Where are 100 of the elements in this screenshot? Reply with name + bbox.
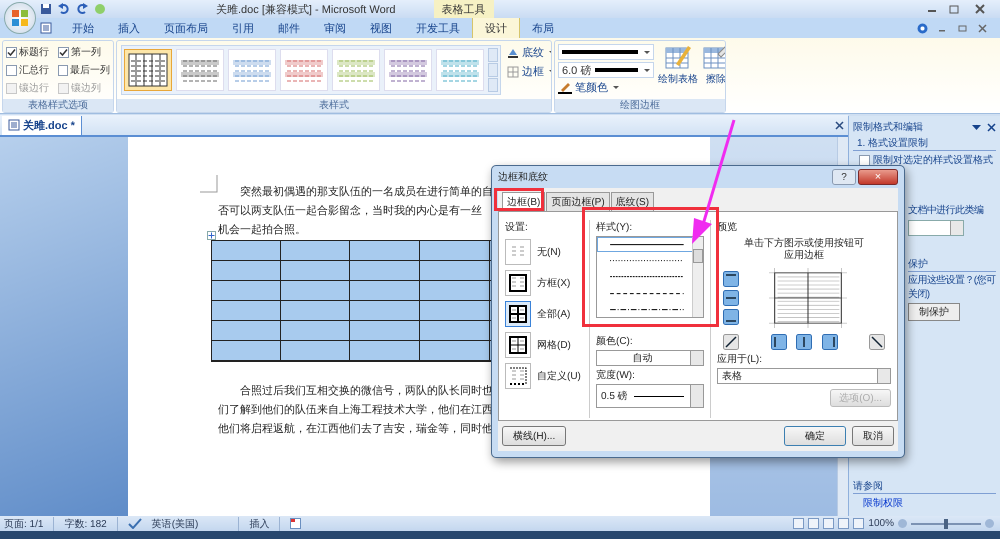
section-heading: 1. 格式设置限制 xyxy=(853,136,996,151)
help-icon[interactable] xyxy=(917,22,928,34)
pen-color-button[interactable]: 笔颜色 xyxy=(558,80,654,95)
highlight-box xyxy=(494,188,544,211)
ribbon-tab[interactable]: 页面布局 xyxy=(152,18,220,38)
grid-icon xyxy=(507,66,519,78)
undo-icon[interactable] xyxy=(58,3,70,15)
ribbon-tab[interactable]: 设计 xyxy=(472,17,520,39)
ribbon-tab[interactable]: 邮件 xyxy=(266,18,312,38)
proofing-icon[interactable] xyxy=(128,518,142,529)
ribbon-tab[interactable]: 开始 xyxy=(60,18,106,38)
border-setting-icon[interactable] xyxy=(505,332,531,358)
checkbox[interactable] xyxy=(6,46,17,58)
line-weight-dropdown[interactable]: 6.0 磅 xyxy=(558,62,654,78)
border-toggle-button[interactable] xyxy=(723,271,739,287)
setting-label[interactable]: 无(N) xyxy=(537,245,561,259)
table-style-thumbnail[interactable] xyxy=(280,49,328,91)
checkbox[interactable] xyxy=(58,46,69,58)
see-also-heading: 请参阅 xyxy=(853,479,996,494)
checkbox-label: 镶边行 xyxy=(19,82,49,95)
checkbox-label: 第一列 xyxy=(71,46,101,59)
macro-icon[interactable] xyxy=(290,518,302,529)
borders-button[interactable]: 边框 xyxy=(507,64,551,79)
document-text: 突然最初偶遇的那支队伍的一名成员在进行简单的自 xyxy=(239,184,494,200)
table-move-handle[interactable] xyxy=(207,231,216,240)
enforce-protection-button[interactable]: 制保护 xyxy=(908,303,960,321)
border-setting-icon[interactable] xyxy=(505,270,531,296)
draw-table-button[interactable]: 绘制表格 xyxy=(658,44,698,96)
office-button[interactable] xyxy=(4,2,36,34)
document-tab[interactable]: 关雎.doc * xyxy=(2,116,82,134)
setting-label[interactable]: 自定义(U) xyxy=(537,369,581,383)
table-style-thumbnail[interactable] xyxy=(228,49,276,91)
view-icon[interactable] xyxy=(808,518,820,529)
ok-button[interactable]: 确定 xyxy=(784,426,846,446)
table-style-thumbnail[interactable] xyxy=(332,49,380,91)
checkbox[interactable] xyxy=(58,64,68,76)
zoom-level[interactable]: 100% xyxy=(868,518,894,529)
border-toggle-button[interactable] xyxy=(822,334,838,350)
border-toggle-button[interactable] xyxy=(723,290,739,306)
permission-link[interactable]: 限制权限 xyxy=(853,496,996,510)
view-icon[interactable] xyxy=(823,518,834,529)
close-icon[interactable] xyxy=(987,122,996,132)
shading-button[interactable]: 底纹 xyxy=(507,45,551,60)
view-icon[interactable] xyxy=(853,518,864,529)
cancel-button[interactable]: 取消 xyxy=(852,426,894,446)
editing-type-dropdown[interactable] xyxy=(908,220,964,236)
save-icon[interactable] xyxy=(40,3,52,15)
table-style-thumbnail[interactable] xyxy=(176,49,224,91)
setting-label[interactable]: 方框(X) xyxy=(537,276,570,290)
help-button[interactable]: ? xyxy=(832,169,856,185)
ribbon-tab[interactable]: 引用 xyxy=(220,18,266,38)
document-text: 否可以两支队伍一起合影留念，当时我的内心是有一丝 xyxy=(218,204,483,219)
color-dropdown[interactable]: 自动 xyxy=(596,350,704,366)
view-icon[interactable] xyxy=(838,518,850,529)
redo-icon[interactable] xyxy=(76,3,88,15)
dialog-title: 边框和底纹 xyxy=(498,170,549,184)
checkbox-label: 限制对选定的样式设置格式 xyxy=(873,154,993,167)
border-setting-icon[interactable] xyxy=(505,301,531,327)
view-icon[interactable] xyxy=(793,518,804,529)
table-style-thumbnail[interactable] xyxy=(124,49,172,91)
dialog-tab[interactable]: 页面边框(P) xyxy=(546,192,610,211)
border-toggle-button[interactable] xyxy=(770,334,786,350)
border-toggle-button[interactable] xyxy=(796,334,812,350)
close-icon[interactable] xyxy=(835,120,844,130)
checkbox[interactable] xyxy=(859,154,870,166)
ribbon-tab[interactable]: 插入 xyxy=(106,18,152,38)
line-style-list[interactable] xyxy=(596,236,704,318)
pane-text: 应用这些设置？(您可 xyxy=(908,275,996,286)
line-style-option[interactable] xyxy=(597,237,692,252)
close-icon[interactable] xyxy=(977,22,988,34)
ribbon-tab[interactable]: 审阅 xyxy=(312,18,358,38)
scrollbar[interactable] xyxy=(692,237,703,317)
horizontal-line-button[interactable]: 横线(H)... xyxy=(502,426,566,446)
zoom-slider-thumb[interactable] xyxy=(944,518,948,528)
pane-text: 关闭) xyxy=(908,289,931,300)
table-style-thumbnail[interactable] xyxy=(436,49,484,91)
pane-text: 文档中进行此类编 xyxy=(908,204,984,217)
border-setting-icon[interactable] xyxy=(505,363,531,389)
dropdown-icon[interactable] xyxy=(972,122,981,132)
group-label: 表样式 xyxy=(117,99,551,112)
border-toggle-button[interactable] xyxy=(723,309,739,325)
checkbox[interactable] xyxy=(6,64,17,76)
line-style-dropdown[interactable] xyxy=(558,44,654,60)
border-toggle-button[interactable] xyxy=(723,334,739,350)
width-dropdown[interactable]: 0.5 磅 xyxy=(596,384,704,408)
style-label: 样式(Y): xyxy=(596,220,634,234)
border-preview-drawing[interactable] xyxy=(769,268,847,328)
width-label: 宽度(W): xyxy=(596,368,636,382)
border-toggle-button[interactable] xyxy=(869,334,885,350)
section-heading: 保护 xyxy=(908,257,996,272)
ribbon-tab[interactable]: 布局 xyxy=(520,18,566,38)
restore-icon[interactable] xyxy=(957,22,968,34)
ribbon-tab[interactable]: 视图 xyxy=(358,18,404,38)
table-style-thumbnail[interactable] xyxy=(384,49,432,91)
ribbon-tab[interactable]: 开发工具 xyxy=(404,18,472,38)
setting-label[interactable]: 网格(D) xyxy=(537,338,571,352)
setting-label[interactable]: 全部(A) xyxy=(537,307,570,321)
document-icon xyxy=(8,119,20,131)
apply-to-dropdown[interactable]: 表格 xyxy=(717,368,891,384)
document-icon[interactable] xyxy=(40,22,52,34)
